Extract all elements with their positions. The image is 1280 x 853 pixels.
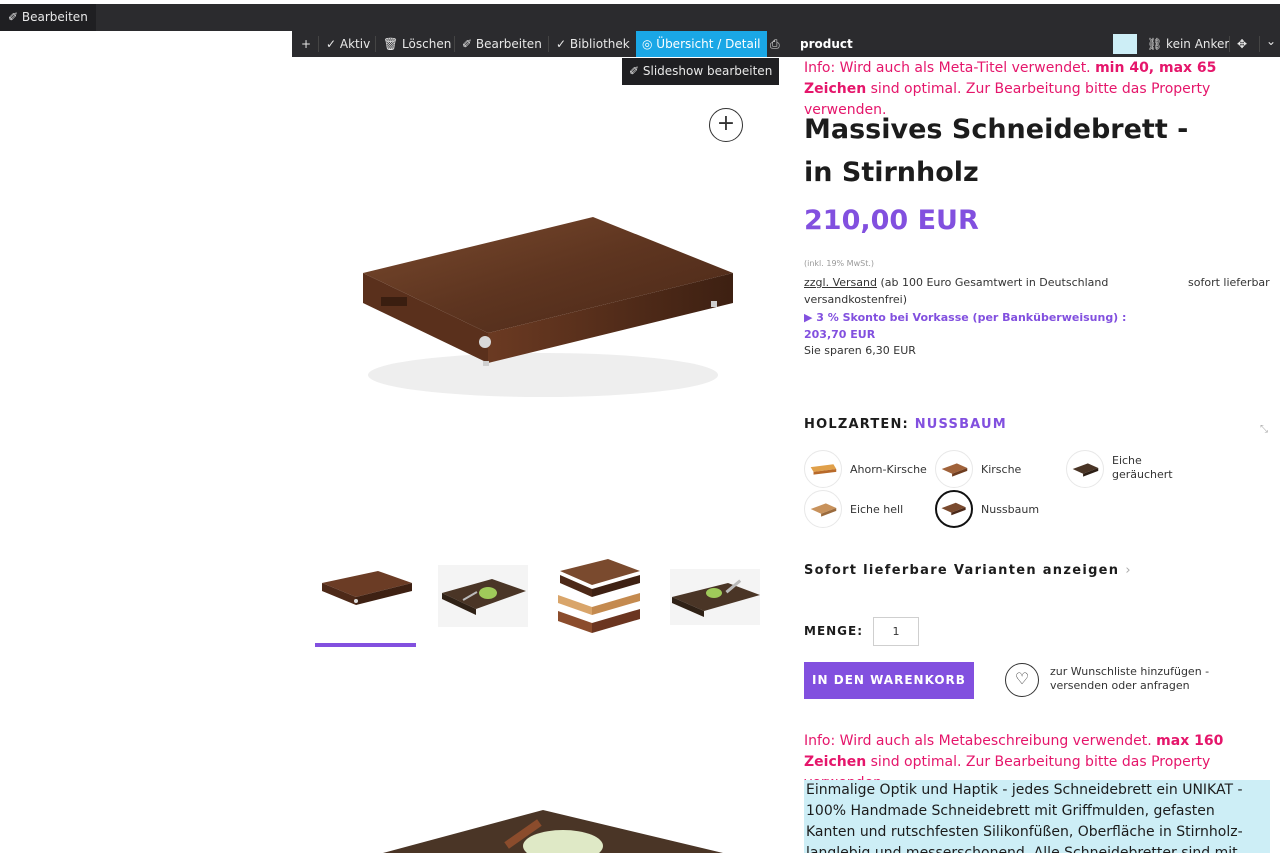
savings-info: Sie sparen 6,30 EUR (804, 344, 916, 357)
library-button[interactable]: ✓ Bibliothek (556, 31, 630, 57)
secondary-product-image (383, 810, 723, 853)
tax-note: (inkl. 19% MwSt.) (804, 259, 875, 268)
top-strip (0, 0, 1280, 4)
edit-button[interactable]: ✐ Bearbeiten (462, 31, 542, 57)
wood-option-label: Nussbaum (981, 503, 1040, 516)
thumbnail-1[interactable] (316, 545, 416, 645)
wood-option-eiche-geraeuchert[interactable]: Eiche geräuchert (1066, 450, 1196, 490)
wood-swatch-icon (1066, 450, 1104, 488)
show-variants-link[interactable]: Sofort lieferbare Varianten anzeigen › (804, 563, 1132, 578)
toolbar-divider (454, 36, 455, 52)
overview-detail-button[interactable]: ◎ Übersicht / Detail (636, 31, 767, 57)
print-icon[interactable]: ⎙ (770, 31, 780, 57)
wood-swatch-icon (804, 490, 842, 528)
toolbar-divider (1229, 36, 1230, 52)
move-icon[interactable]: ✥ (1237, 31, 1247, 57)
wood-swatch-icon (935, 450, 973, 488)
delete-button[interactable]: 🗑 Löschen (383, 31, 451, 57)
wood-type-heading: HOLZARTEN: NUSSBAUM (804, 417, 1007, 432)
wishlist-link[interactable]: zur Wunschliste hinzufügen - versenden o… (1050, 665, 1230, 693)
toolbar-divider (548, 36, 549, 52)
wood-selected-value: NUSSBAUM (914, 417, 1007, 432)
availability-status: sofort lieferbar (1188, 276, 1270, 289)
thumbnail-2[interactable] (432, 545, 532, 645)
variants-label: Sofort lieferbare Varianten anzeigen (804, 563, 1120, 578)
shipping-info: zzgl. Versand (ab 100 Euro Gesamtwert in… (804, 274, 1124, 308)
skonto-info: ▶ 3 % Skonto bei Vorkasse (per Banküberw… (804, 311, 1127, 341)
product-title: Massives Schneidebrett - in Stirnholz (804, 114, 1189, 188)
zoom-icon[interactable]: + (709, 108, 743, 142)
thumbnail-4[interactable] (664, 545, 764, 645)
element-type-label: product (800, 37, 853, 51)
product-description[interactable]: Einmalige Optik und Haptik - jedes Schne… (804, 780, 1270, 853)
info-text: Info: Wird auch als Metabeschreibung ver… (804, 733, 1157, 749)
shipping-link[interactable]: zzgl. Versand (804, 276, 877, 289)
thumbnail-3[interactable] (548, 545, 648, 645)
active-thumbnail-indicator (315, 643, 416, 647)
wood-option-eiche-hell[interactable]: Eiche hell (804, 490, 934, 530)
wood-swatch-icon (804, 450, 842, 488)
element-toolbar: + ✓ Aktiv 🗑 Löschen ✐ Bearbeiten ✓ Bibli… (292, 31, 1280, 57)
chevron-right-icon: › (1125, 563, 1132, 578)
product-price: 210,00 EUR (804, 205, 979, 236)
anchor-button[interactable]: ⛓ kein Anker (1147, 31, 1229, 57)
wood-option-label: Ahorn-Kirsche (850, 463, 927, 476)
add-to-cart-button[interactable]: IN DEN WARENKORB (804, 662, 974, 699)
wood-option-kirsche[interactable]: Kirsche (935, 450, 1065, 490)
wood-heading-label: HOLZARTEN: (804, 417, 915, 432)
info-text: Info: Wird auch als Meta-Titel verwendet… (804, 60, 1096, 76)
wood-option-ahorn-kirsche[interactable]: Ahorn-Kirsche (804, 450, 934, 490)
slideshow-edit-button[interactable]: ✐ Slideshow bearbeiten (622, 58, 780, 85)
quantity-label: MENGE: (804, 624, 864, 638)
aktiv-button[interactable]: ✓ Aktiv (326, 31, 370, 57)
wood-option-label: Eiche geräuchert (1112, 454, 1173, 481)
wood-option-label: Kirsche (981, 463, 1022, 476)
resize-handle-icon[interactable]: ⤡ (1260, 424, 1268, 435)
toolbar-divider (375, 36, 376, 52)
chevron-down-icon[interactable]: ⌄ (1266, 28, 1276, 54)
main-product-image[interactable] (343, 215, 738, 420)
quantity-input[interactable]: 1 (873, 617, 919, 646)
color-swatch[interactable] (1113, 34, 1137, 54)
toolbar-divider (1259, 36, 1260, 52)
toolbar-divider (318, 36, 319, 52)
wood-option-label: Eiche hell (850, 503, 904, 516)
top-edit-bar: ✐ Bearbeiten (0, 0, 1280, 31)
add-button[interactable]: + (301, 31, 311, 57)
heart-icon[interactable]: ♡ (1005, 663, 1039, 697)
edit-page-button[interactable]: ✐ Bearbeiten (0, 4, 96, 31)
wood-swatch-icon (935, 490, 973, 528)
wood-option-nussbaum[interactable]: Nussbaum (935, 490, 1065, 530)
